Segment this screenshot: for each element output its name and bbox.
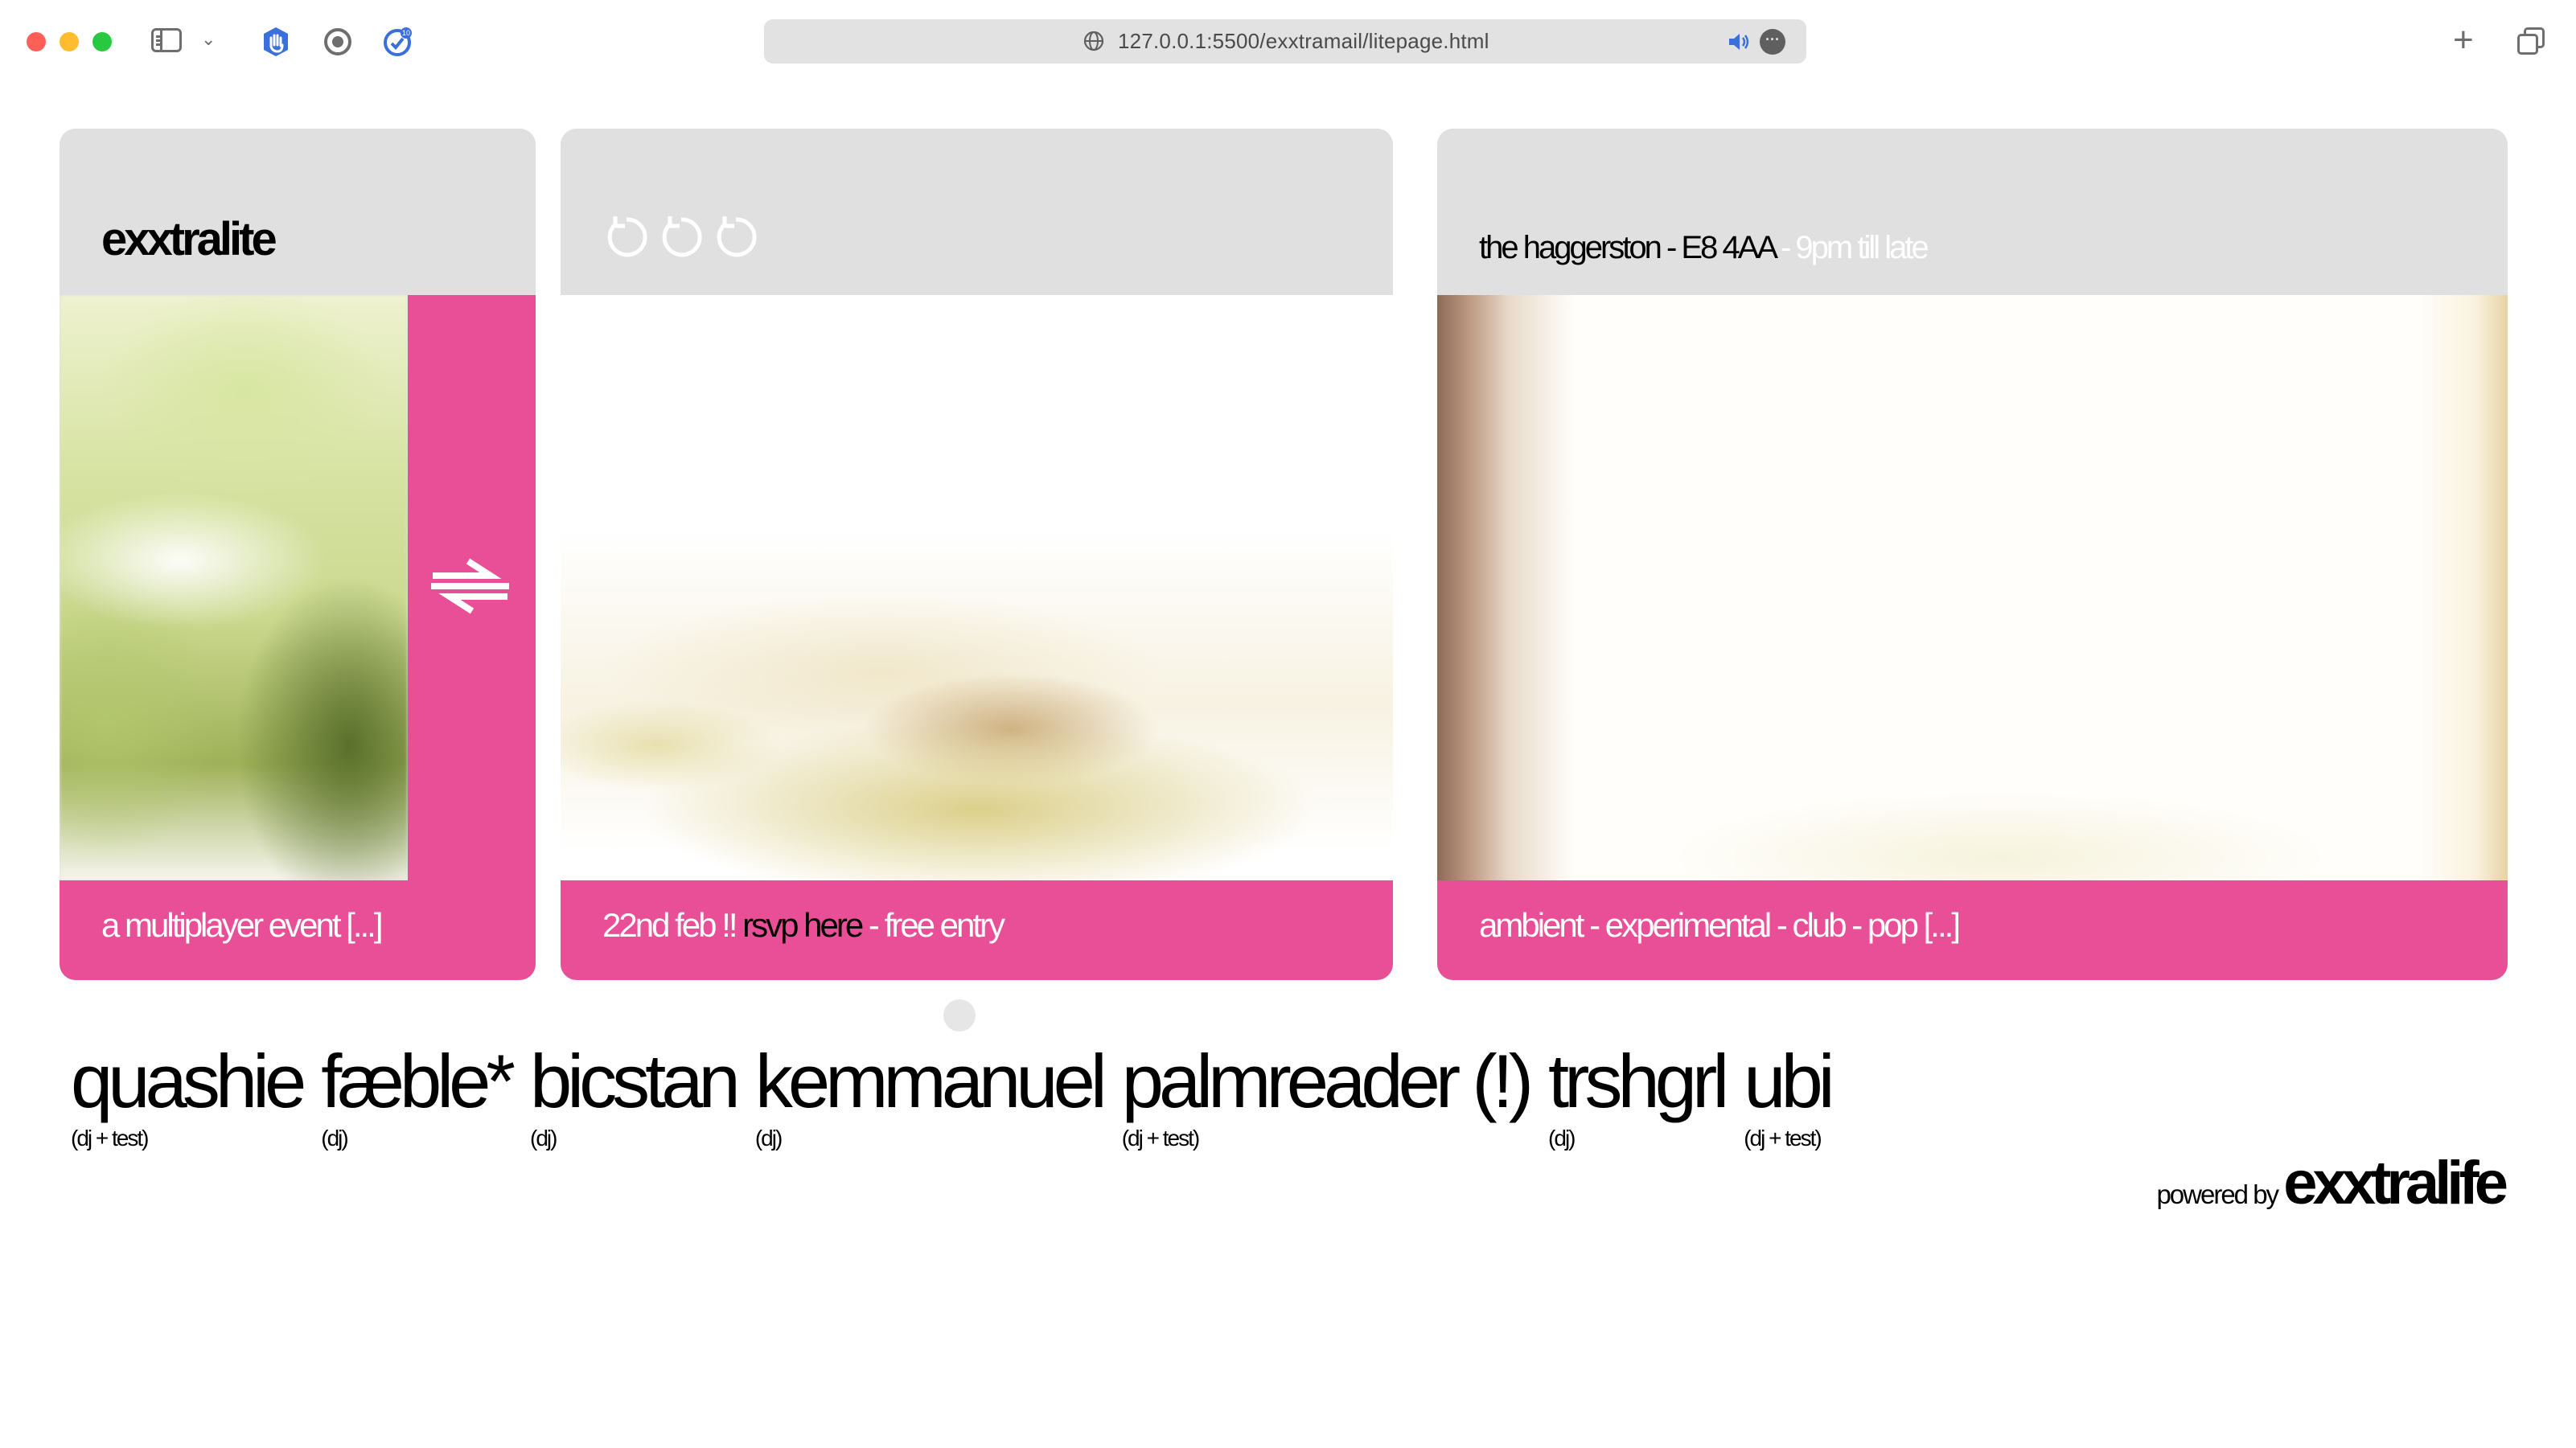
browser-toolbar: ⌄ 10 127.0.0.1:5500/exxtramail/litepage.… [0, 0, 2576, 84]
tab-overview-icon[interactable] [2517, 27, 2546, 56]
event-date-line: 22nd feb !! rsvp here - free entry [602, 880, 1005, 970]
lineup-item: trshgrl (dj) [1548, 1037, 1729, 1153]
lineup: quashie (dj + test) fæble* (dj) bicstan … [71, 1037, 1850, 1153]
event-time: - 9pm till late [1773, 230, 1929, 265]
lineup-item: quashie (dj + test) [71, 1037, 306, 1153]
card-header [561, 129, 1393, 295]
loop-icon [607, 216, 647, 257]
national-rail-icon [431, 558, 509, 614]
new-tab-icon[interactable]: + [2453, 23, 2474, 58]
artist-name: bicstan [530, 1039, 741, 1123]
lineup-item: ubi (dj + test) [1744, 1037, 1834, 1153]
close-window-button[interactable] [27, 32, 46, 51]
more-options-icon[interactable]: ··· [1760, 29, 1785, 55]
artist-name: trshgrl [1548, 1039, 1729, 1123]
blurred-photo [60, 295, 408, 880]
event-tagline: a multiplayer event [...] [101, 906, 384, 944]
hand-extension-icon[interactable] [260, 26, 292, 58]
artist-name: quashie [71, 1039, 306, 1123]
date-card: 22nd feb !! rsvp here - free entry [561, 129, 1393, 980]
powered-by: powered by exxtralife [2156, 1148, 2508, 1218]
exxtralife-logo[interactable]: exxtralife [2283, 1149, 2508, 1217]
powered-by-label: powered by [2156, 1179, 2284, 1209]
url-text[interactable]: 127.0.0.1:5500/exxtramail/litepage.html [1118, 29, 1489, 54]
speaker-icon[interactable] [1726, 29, 1752, 55]
artist-name: fæble* [321, 1039, 516, 1123]
card-footer: 22nd feb !! rsvp here - free entry [561, 880, 1393, 980]
record-extension-icon[interactable] [322, 26, 354, 58]
artist-name: kemmanuel [754, 1039, 1107, 1123]
artist-role: (dj) [530, 1126, 557, 1151]
genre-list: ambient - experimental - club - pop [...… [1479, 906, 1961, 944]
card-image [60, 295, 536, 880]
artist-role: (dj + test) [71, 1126, 149, 1151]
artist-role: (dj + test) [1121, 1126, 1200, 1151]
loop-icon [717, 216, 757, 257]
card-header: the haggerston - E8 4AA - 9pm till late [1437, 129, 2508, 295]
rsvp-link[interactable]: rsvp here [742, 906, 864, 944]
artist-role: (dj) [1548, 1126, 1576, 1151]
minimize-window-button[interactable] [60, 32, 79, 51]
rail-panel [408, 295, 536, 880]
artist-name: palmreader (!) [1121, 1039, 1534, 1123]
chevron-down-icon[interactable]: ⌄ [201, 29, 216, 50]
intro-card: exxtralite a multiplayer event [...] [60, 129, 536, 980]
card-footer: ambient - experimental - club - pop [...… [1437, 880, 2508, 980]
artist-role: (dj) [754, 1126, 783, 1151]
venue-card: the haggerston - E8 4AA - 9pm till late … [1437, 129, 2508, 980]
artist-role: (dj + test) [1744, 1126, 1822, 1151]
privacy-extension-icon[interactable]: 10 [381, 26, 413, 58]
card-header: exxtralite [60, 129, 536, 295]
entry-info: - free entry [861, 906, 1005, 944]
lineup-item: kemmanuel (dj) [754, 1037, 1107, 1153]
address-bar[interactable]: 127.0.0.1:5500/exxtramail/litepage.html … [764, 19, 1806, 64]
card-image [561, 295, 1393, 880]
globe-icon [1083, 31, 1104, 51]
artist-name: ubi [1744, 1039, 1834, 1123]
zoom-window-button[interactable] [92, 32, 112, 51]
event-title: exxtralite [101, 213, 277, 265]
sidebar-toggle-icon[interactable] [151, 28, 182, 52]
scroll-indicator[interactable] [943, 999, 976, 1032]
venue-name: the haggerston - E8 4AA [1479, 230, 1777, 265]
card-footer: a multiplayer event [...] [60, 880, 536, 980]
svg-text:10: 10 [402, 29, 410, 37]
artist-role: (dj) [321, 1126, 348, 1151]
venue-line: the haggerston - E8 4AA - 9pm till late [1479, 230, 1929, 266]
event-date: 22nd feb !! [602, 906, 743, 944]
lineup-item: bicstan (dj) [530, 1037, 741, 1153]
loop-icon [662, 216, 702, 257]
card-image [1437, 295, 2508, 880]
loop-icons [602, 213, 760, 261]
lineup-item: palmreader (!) (dj + test) [1121, 1037, 1534, 1153]
lineup-item: fæble* (dj) [321, 1037, 516, 1153]
